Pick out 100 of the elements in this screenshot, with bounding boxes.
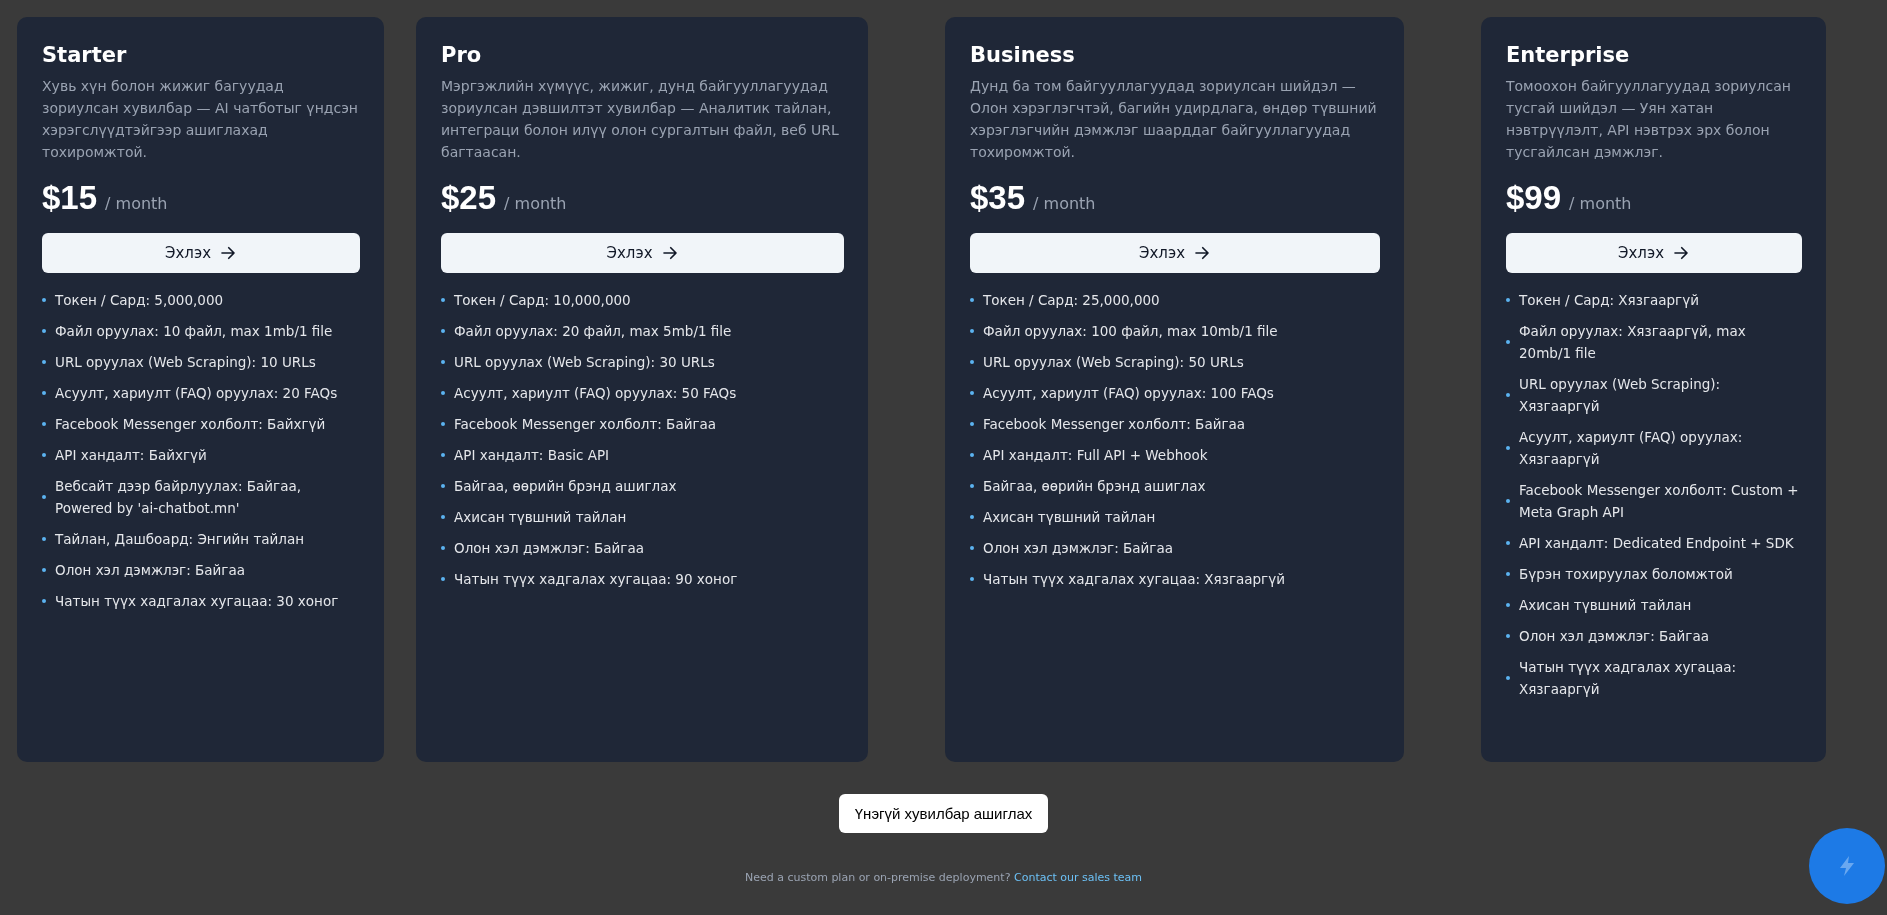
bullet-icon: [970, 546, 974, 550]
feature-text: Асуулт, хариулт (FAQ) оруулах: 50 FAQs: [454, 384, 737, 403]
bullet-icon: [1506, 393, 1510, 397]
bullet-icon: [1506, 634, 1510, 638]
start-button[interactable]: Эхлэх: [1506, 233, 1802, 273]
plan-title: Starter: [42, 43, 128, 67]
bullet-icon: [970, 391, 974, 395]
bullet-icon: [42, 599, 46, 603]
bullet-icon: [970, 329, 974, 333]
footer-note: Need a custom plan or on-premise deployment? Contact our sales team: [744, 871, 1143, 884]
feature-text: Ахисан түвшний тайлан: [983, 508, 1156, 527]
feature-text: Facebook Messenger холболт: Байгаа: [454, 415, 717, 434]
feature-text: Файл оруулах: 20 файл, max 5mb/1 file: [454, 322, 732, 341]
plan-price: $25: [441, 179, 497, 217]
feature-text: Файл оруулах: Хязгааргүй, max 20mb/1 file: [1519, 322, 1747, 363]
arrow-icon: [219, 244, 238, 262]
plan-description: Дунд ба том байгууллагуудад зориулсан шийдэл — Олон хэрэглэгчтэй, багийн удирдлага, өндөр түвшний хэрэглэгчийн дэмжлэг шаарддаг байгууллагуудад тохиромжтой.: [970, 77, 1378, 162]
feature-text: Олон хэл дэмжлэг: Байгаа: [55, 561, 245, 580]
bullet-icon: [1506, 340, 1510, 344]
price-period: / month: [105, 194, 168, 213]
feature-text: Тайлан, Дашбоард: Энгийн тайлан: [55, 530, 305, 549]
feature-text: API хандалт: Dedicated Endpoint + SDK: [1519, 534, 1794, 553]
feature-text: Токен / Сард: 10,000,000: [454, 291, 631, 310]
feature-text: API хандалт: Байхгүй: [55, 446, 207, 465]
bullet-icon: [441, 360, 445, 364]
bullet-icon: [970, 298, 974, 302]
feature-text: Facebook Messenger холболт: Custom + Meta Graph API: [1519, 481, 1800, 522]
feature-text: Чатын түүх хадгалах хугацаа: Хязгааргүй: [983, 570, 1285, 589]
plan-title: Business: [970, 43, 1076, 67]
feature-text: Facebook Messenger холболт: Байхгүй: [55, 415, 326, 434]
bullet-icon: [970, 360, 974, 364]
plan-price: $99: [1506, 179, 1562, 217]
start-button[interactable]: Эхлэх: [970, 233, 1380, 273]
bullet-icon: [42, 360, 46, 364]
bullet-icon: [42, 453, 46, 457]
price-period: / month: [1033, 194, 1096, 213]
feature-text: Facebook Messenger холболт: Байгаа: [983, 415, 1246, 434]
bullet-icon: [42, 495, 46, 499]
bullet-icon: [42, 568, 46, 572]
feature-text: Байгаа, өөрийн брэнд ашиглах: [983, 477, 1206, 496]
bullet-icon: [42, 391, 46, 395]
plan-description: Мэргэжлийн хүмүүс, жижиг, дунд байгууллагуудад зориулсан дэвшилтэт хувилбар — Аналитик тайлан, интеграци болон илүү олон сургалтын файл, веб URL багтаасан.: [441, 77, 840, 162]
contact-sales-link[interactable]: Contact our sales team: [1014, 871, 1143, 884]
feature-text: Бүрэн тохируулах боломжтой: [1519, 565, 1733, 584]
bullet-icon: [970, 484, 974, 488]
feature-text: Токен / Сард: 25,000,000: [983, 291, 1160, 310]
feature-text: Файл оруулах: 100 файл, max 10mb/1 file: [983, 322, 1278, 341]
bullet-icon: [970, 422, 974, 426]
feature-text: Байгаа, өөрийн брэнд ашиглах: [454, 477, 677, 496]
feature-text: API хандалт: Basic API: [454, 446, 610, 465]
plan-price: $35: [970, 179, 1026, 217]
bullet-icon: [441, 329, 445, 333]
plan-title: Enterprise: [1506, 43, 1631, 67]
start-button[interactable]: Эхлэх: [441, 233, 844, 273]
feature-text: Асуулт, хариулт (FAQ) оруулах: 100 FAQs: [983, 384, 1274, 403]
bullet-icon: [42, 329, 46, 333]
free-plan-button[interactable]: Үнэгүй хувилбар ашиглах: [838, 794, 1049, 833]
feature-text: Чатын түүх хадгалах хугацаа: 30 хоног: [55, 592, 339, 611]
price-period: / month: [1569, 194, 1632, 213]
bullet-icon: [42, 537, 46, 541]
bullet-icon: [1506, 446, 1510, 450]
feature-text: URL оруулах (Web Scraping): 10 URLs: [55, 353, 316, 372]
plan-title: Pro: [441, 43, 483, 67]
bullet-icon: [42, 298, 46, 302]
bullet-icon: [1506, 603, 1510, 607]
plan-price: $15: [42, 179, 98, 217]
feature-text: Вебсайт дээр байрлуулах: Байгаа, Powered by 'ai-chatbot.mn': [55, 477, 303, 518]
feature-text: Файл оруулах: 10 файл, max 1mb/1 file: [55, 322, 333, 341]
bullet-icon: [1506, 541, 1510, 545]
arrow-icon: [1672, 244, 1691, 262]
bullet-icon: [1506, 298, 1510, 302]
bullet-icon: [441, 422, 445, 426]
feature-text: Ахисан түвшний тайлан: [1519, 596, 1692, 615]
bullet-icon: [42, 422, 46, 426]
price-period: / month: [504, 194, 567, 213]
bullet-icon: [970, 577, 974, 581]
start-button[interactable]: Эхлэх: [42, 233, 360, 273]
feature-text: Токен / Сард: Хязгааргүй: [1519, 291, 1699, 310]
bullet-icon: [970, 515, 974, 519]
plan-description: Хувь хүн болон жижиг багуудад зориулсан хувилбар — AI чатботыг үндсэн хэрэгслүүдтэйгээр ашиглахад тохиромжтой.: [42, 77, 359, 162]
feature-text: URL оруулах (Web Scraping): 50 URLs: [983, 353, 1244, 372]
arrow-icon: [1193, 244, 1212, 262]
bullet-icon: [441, 515, 445, 519]
feature-text: URL оруулах (Web Scraping): Хязгааргүй: [1519, 375, 1722, 416]
lightning-icon: [1837, 855, 1857, 877]
bullet-icon: [441, 391, 445, 395]
feature-text: Чатын түүх хадгалах хугацаа: Хязгааргүй: [1519, 658, 1738, 699]
feature-text: Олон хэл дэмжлэг: Байгаа: [454, 539, 644, 558]
bullet-icon: [441, 453, 445, 457]
bullet-icon: [441, 577, 445, 581]
feature-text: API хандалт: Full API + Webhook: [983, 446, 1208, 465]
feature-text: Олон хэл дэмжлэг: Байгаа: [983, 539, 1173, 558]
feature-text: Чатын түүх хадгалах хугацаа: 90 хоног: [454, 570, 738, 589]
bullet-icon: [441, 546, 445, 550]
bullet-icon: [1506, 499, 1510, 503]
feature-text: Олон хэл дэмжлэг: Байгаа: [1519, 627, 1709, 646]
feature-text: Асуулт, хариулт (FAQ) оруулах: Хязгааргүй: [1519, 428, 1744, 469]
bullet-icon: [441, 298, 445, 302]
plan-description: Томоохон байгууллагуудад зориулсан тусгай шийдэл — Уян хатан нэвтрүүлэлт, API нэвтрэх эрх болон тусгайлсан дэмжлэг.: [1506, 77, 1792, 162]
bullet-icon: [970, 453, 974, 457]
